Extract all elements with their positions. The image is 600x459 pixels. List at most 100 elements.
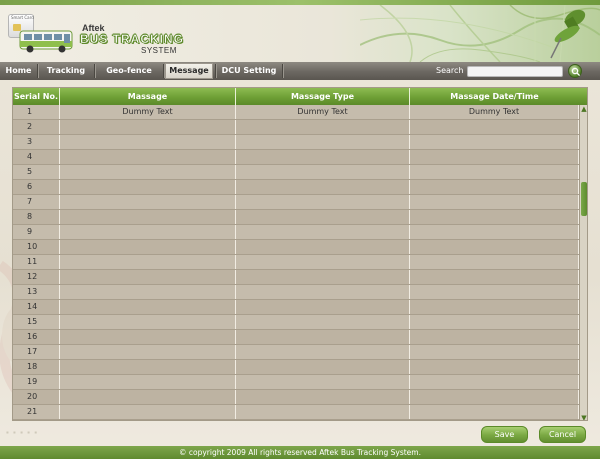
cell-message-datetime — [410, 120, 579, 134]
table-row[interactable]: 21 — [13, 405, 579, 420]
cell-serial: 1 — [13, 105, 60, 119]
table-row[interactable]: 2 — [13, 120, 579, 135]
save-button[interactable]: Save — [481, 426, 528, 443]
cell-message-type — [236, 150, 410, 164]
cell-message-datetime: Dummy Text — [410, 105, 579, 119]
cell-message-datetime — [410, 195, 579, 209]
search-icon — [571, 67, 581, 77]
nav-geo-fence[interactable]: Geo-fence — [95, 62, 163, 80]
table-row[interactable]: 19 — [13, 375, 579, 390]
cell-message-datetime — [410, 390, 579, 404]
cell-message — [60, 330, 236, 344]
table-row[interactable]: 6 — [13, 180, 579, 195]
cell-serial: 19 — [13, 375, 60, 389]
table-row[interactable]: 5 — [13, 165, 579, 180]
cell-message-datetime — [410, 225, 579, 239]
nav-dcu-setting[interactable]: DCU Setting — [216, 62, 282, 80]
table-row[interactable]: 16 — [13, 330, 579, 345]
table-row[interactable]: 14 — [13, 300, 579, 315]
cell-message-datetime — [410, 345, 579, 359]
table-row[interactable]: 4 — [13, 150, 579, 165]
cell-message-datetime — [410, 360, 579, 374]
cell-message-type — [236, 285, 410, 299]
cell-message-datetime — [410, 240, 579, 254]
cell-message — [60, 195, 236, 209]
background-watermark: ▪ ▪ ▪ ▪ ▪ — [6, 428, 39, 437]
cell-message — [60, 405, 236, 419]
search-input[interactable] — [467, 66, 563, 77]
cell-serial: 18 — [13, 360, 60, 374]
app-page: Smart Card Aftek BUS TRACKING SYSTEM Hom… — [0, 0, 600, 459]
main-nav: Home Tracking Geo-fence Message DCU Sett… — [0, 62, 600, 80]
cell-message-datetime — [410, 300, 579, 314]
cell-message-type — [236, 330, 410, 344]
cell-message — [60, 300, 236, 314]
cell-serial: 6 — [13, 180, 60, 194]
table-row[interactable]: 12 — [13, 270, 579, 285]
cell-message — [60, 315, 236, 329]
column-header-message[interactable]: Massage — [60, 88, 236, 105]
table-row[interactable]: 1 Dummy Text Dummy Text Dummy Text — [13, 105, 579, 120]
column-header-message-datetime[interactable]: Massage Date/Time — [410, 88, 579, 105]
scroll-up-icon[interactable]: ▲ — [580, 105, 587, 113]
brand-subtitle: SYSTEM — [141, 46, 177, 55]
table-row[interactable]: 9 — [13, 225, 579, 240]
nav-message[interactable]: Message — [165, 63, 213, 79]
table-row[interactable]: 10 — [13, 240, 579, 255]
cell-message — [60, 135, 236, 149]
cancel-button[interactable]: Cancel — [539, 426, 586, 443]
cell-message-type — [236, 345, 410, 359]
cell-message — [60, 150, 236, 164]
nav-home[interactable]: Home — [0, 62, 37, 80]
search-label: Search — [436, 66, 464, 75]
table-row[interactable]: 15 — [13, 315, 579, 330]
cell-serial: 15 — [13, 315, 60, 329]
cell-message-datetime — [410, 285, 579, 299]
scroll-down-icon[interactable]: ▼ — [580, 414, 587, 420]
cell-message — [60, 210, 236, 224]
column-header-serial[interactable]: Serial No. — [13, 88, 60, 105]
cell-message-type — [236, 225, 410, 239]
table-row[interactable]: 17 — [13, 345, 579, 360]
table-row[interactable]: 20 — [13, 390, 579, 405]
table-row[interactable]: 8 — [13, 210, 579, 225]
cell-message: Dummy Text — [60, 105, 236, 119]
cell-message — [60, 165, 236, 179]
cell-serial: 5 — [13, 165, 60, 179]
cell-message — [60, 345, 236, 359]
header: Smart Card Aftek BUS TRACKING SYSTEM — [0, 0, 600, 62]
cell-message-type — [236, 165, 410, 179]
cell-serial: 10 — [13, 240, 60, 254]
nav-tracking[interactable]: Tracking — [38, 62, 94, 80]
table-header: Serial No. Massage Massage Type Massage … — [13, 88, 587, 105]
cell-message-datetime — [410, 270, 579, 284]
cell-serial: 21 — [13, 405, 60, 419]
smart-card-label: Smart Card — [11, 15, 34, 20]
column-header-message-type[interactable]: Massage Type — [236, 88, 410, 105]
cell-serial: 2 — [13, 120, 60, 134]
cell-serial: 4 — [13, 150, 60, 164]
nav-divider — [163, 64, 164, 78]
cell-message-datetime — [410, 330, 579, 344]
cell-message-type — [236, 390, 410, 404]
cell-message-type — [236, 375, 410, 389]
cell-serial: 20 — [13, 390, 60, 404]
cell-message-type — [236, 210, 410, 224]
cell-message-datetime — [410, 375, 579, 389]
search-button[interactable] — [568, 64, 582, 78]
table-scrollbar[interactable]: ▲ ▼ — [579, 105, 587, 420]
table-row[interactable]: 18 — [13, 360, 579, 375]
nav-divider — [282, 64, 283, 78]
cell-message — [60, 360, 236, 374]
table-row[interactable]: 11 — [13, 255, 579, 270]
table-row[interactable]: 3 — [13, 135, 579, 150]
cell-message — [60, 285, 236, 299]
scrollbar-thumb[interactable] — [581, 182, 587, 216]
cell-serial: 12 — [13, 270, 60, 284]
table-row[interactable]: 13 — [13, 285, 579, 300]
cell-message-type — [236, 120, 410, 134]
cell-serial: 14 — [13, 300, 60, 314]
footer-copyright: © copyright 2009 All rights reserved Aft… — [0, 446, 600, 459]
table-row[interactable]: 7 — [13, 195, 579, 210]
cell-message-datetime — [410, 150, 579, 164]
